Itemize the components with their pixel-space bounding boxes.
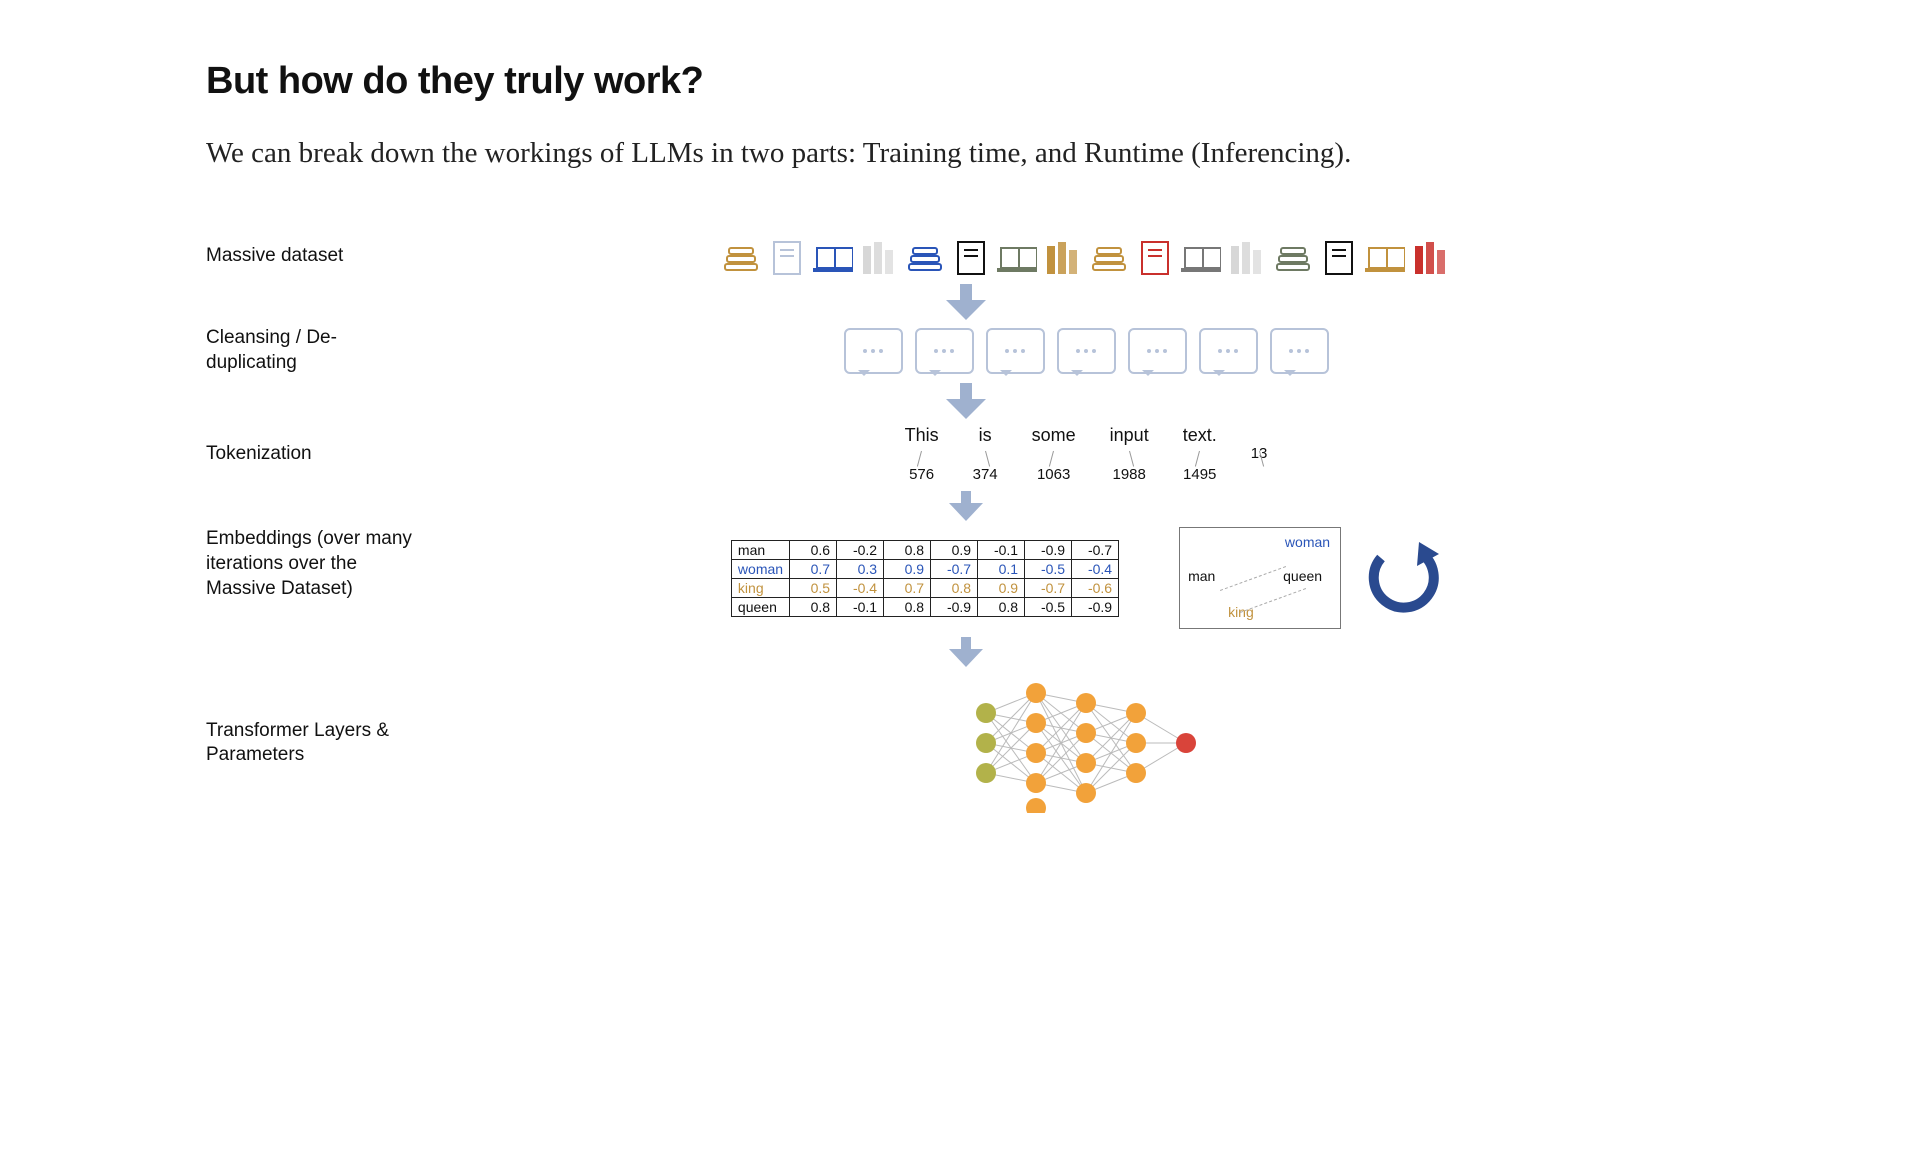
stage-label-cleanse: Cleansing / De-duplicating (206, 326, 446, 375)
embedding-cell: 0.7 (790, 559, 837, 578)
book-icon (1411, 236, 1451, 276)
embedding-cell: -0.4 (837, 578, 884, 597)
speech-bubble-icon (844, 328, 903, 374)
book-icon (1135, 236, 1175, 276)
token-word: This (905, 425, 939, 446)
embedding-cell: -0.6 (1072, 578, 1119, 597)
speech-bubble-icon (1199, 328, 1258, 374)
token-id: 576 (909, 466, 934, 483)
book-icon (859, 236, 899, 276)
section-heading: But how do they truly work? (206, 60, 1726, 103)
book-icon (1273, 236, 1313, 276)
book-icon (997, 236, 1037, 276)
embedding-cell: 0.8 (884, 597, 931, 616)
token-id: 1063 (1037, 466, 1070, 483)
speech-bubble-icon (1270, 328, 1329, 374)
embedding-cell: -0.7 (1072, 540, 1119, 559)
dataset-icon-row (721, 236, 1451, 276)
embedding-cell: 0.7 (884, 578, 931, 597)
embed-word-woman: woman (1285, 534, 1330, 550)
embedding-cell: 0.8 (884, 540, 931, 559)
embedding-row-label: man (731, 540, 789, 559)
embedding-cell: 0.9 (978, 578, 1025, 597)
loop-arrow-icon (1361, 538, 1441, 618)
embedding-row: man0.6-0.20.80.9-0.1-0.9-0.7 (731, 540, 1118, 559)
token-id: 1495 (1183, 466, 1216, 483)
book-icon (1319, 236, 1359, 276)
token-id: 1988 (1112, 466, 1145, 483)
speech-bubble-row (844, 328, 1329, 374)
embed-word-man: man (1188, 568, 1215, 584)
token-column: text. 1495 (1183, 425, 1217, 483)
book-icon (721, 236, 761, 276)
speech-bubble-icon (1128, 328, 1187, 374)
embedding-cell: 0.1 (978, 559, 1025, 578)
embedding-row: queen0.8-0.10.8-0.90.8-0.5-0.9 (731, 597, 1118, 616)
token-column: This 576 (905, 425, 939, 483)
book-icon (951, 236, 991, 276)
embed-word-queen: queen (1283, 568, 1322, 584)
embedding-cell: 0.5 (790, 578, 837, 597)
embedding-cell: -0.4 (1072, 559, 1119, 578)
embedding-cell: 0.6 (790, 540, 837, 559)
embedding-cell: 0.8 (931, 578, 978, 597)
embedding-cell: -0.5 (1025, 559, 1072, 578)
embedding-cell: -0.1 (978, 540, 1025, 559)
intro-paragraph: We can break down the workings of LLMs i… (206, 131, 1726, 176)
book-icon (767, 236, 807, 276)
embedding-row: king0.5-0.40.70.80.9-0.7-0.6 (731, 578, 1118, 597)
stage-label-transformer: Transformer Layers & Parameters (206, 719, 446, 768)
token-column: input 1988 (1110, 425, 1149, 483)
stage-label-token: Tokenization (206, 442, 446, 467)
arrow-down-icon (206, 284, 1726, 320)
token-word: text. (1183, 425, 1217, 446)
token-column: is 374 (973, 425, 998, 483)
embedding-row-label: woman (731, 559, 789, 578)
embedding-cell: -0.9 (1025, 540, 1072, 559)
book-icon (1181, 236, 1221, 276)
embedding-table: man0.6-0.20.80.9-0.1-0.9-0.7woman0.70.30… (731, 540, 1119, 617)
neural-network-icon (956, 673, 1216, 813)
embedding-row-label: queen (731, 597, 789, 616)
embedding-cell: -0.1 (837, 597, 884, 616)
token-id: 374 (973, 466, 998, 483)
embedding-row: woman0.70.30.9-0.70.1-0.5-0.4 (731, 559, 1118, 578)
speech-bubble-icon (915, 328, 974, 374)
stage-label-embed: Embeddings (over many iterations over th… (206, 527, 446, 601)
embedding-row-label: king (731, 578, 789, 597)
stage-label-dataset: Massive dataset (206, 244, 446, 269)
book-icon (905, 236, 945, 276)
token-word: input (1110, 425, 1149, 446)
embedding-cell: 0.9 (931, 540, 978, 559)
token-word: is (979, 425, 992, 446)
embedding-cell: 0.8 (790, 597, 837, 616)
speech-bubble-icon (1057, 328, 1116, 374)
training-pipeline-diagram: Massive dataset Cleansing / De-duplicati… (206, 236, 1726, 813)
token-row: This 576 is 374 some 1063 input 1988 text. (905, 425, 1268, 483)
arrow-down-icon (206, 491, 1726, 521)
embedding-cell: -0.7 (931, 559, 978, 578)
token-word: some (1032, 425, 1076, 446)
embedding-cell: 0.8 (978, 597, 1025, 616)
book-icon (1365, 236, 1405, 276)
token-column: some 1063 (1032, 425, 1076, 483)
embedding-cell: -0.5 (1025, 597, 1072, 616)
embedding-cell: -0.7 (1025, 578, 1072, 597)
token-column: 13 (1251, 425, 1268, 483)
book-icon (1227, 236, 1267, 276)
speech-bubble-icon (986, 328, 1045, 374)
embedding-cell: -0.9 (1072, 597, 1119, 616)
embedding-space-box: man woman king queen (1179, 527, 1341, 629)
book-icon (1089, 236, 1129, 276)
arrow-down-icon (206, 637, 1726, 667)
embedding-cell: 0.3 (837, 559, 884, 578)
embedding-cell: -0.2 (837, 540, 884, 559)
book-icon (813, 236, 853, 276)
embedding-cell: 0.9 (884, 559, 931, 578)
book-icon (1043, 236, 1083, 276)
embedding-cell: -0.9 (931, 597, 978, 616)
arrow-down-icon (206, 383, 1726, 419)
